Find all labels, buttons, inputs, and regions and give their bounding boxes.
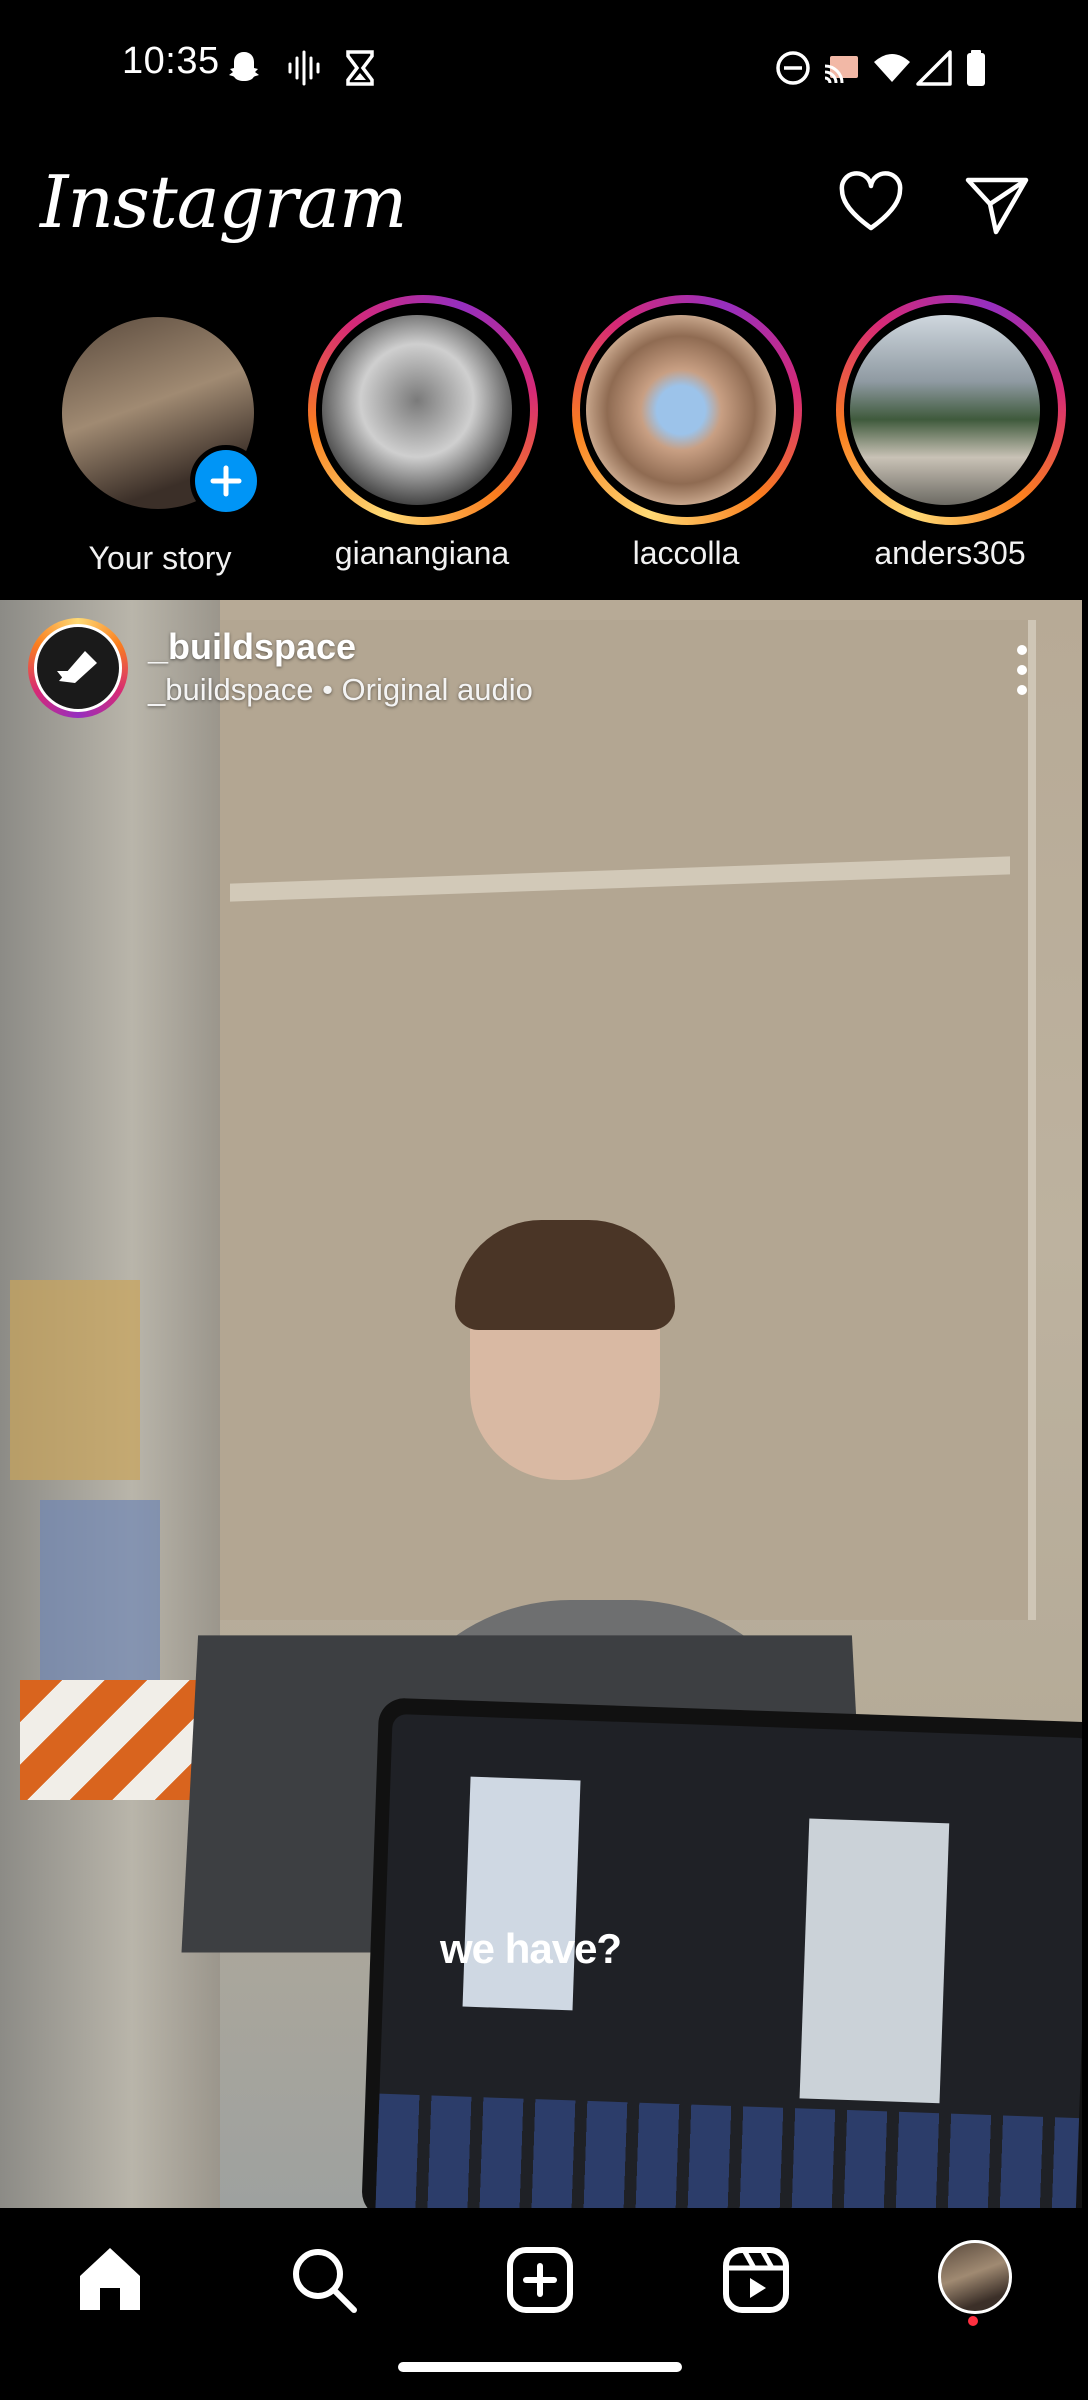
post-audio[interactable]: _buildspace • Original audio — [148, 672, 533, 708]
home-indicator[interactable] — [398, 2362, 682, 2372]
story-gianangiana[interactable]: gianangiana — [302, 295, 542, 585]
home-icon[interactable] — [70, 2240, 150, 2320]
wifi-icon — [874, 54, 910, 82]
audio-wave-icon — [288, 50, 320, 86]
post-username[interactable]: _buildspace — [148, 626, 356, 668]
profile-avatar[interactable] — [938, 2240, 1012, 2314]
story-label: Your story — [88, 540, 232, 576]
create-icon[interactable] — [500, 2240, 580, 2320]
story-avatar — [322, 315, 512, 505]
instagram-logo: Instagram — [40, 160, 407, 244]
post-avatar-ring[interactable] — [28, 618, 128, 718]
feed-post[interactable]: _buildspace _buildspace • Original audio… — [0, 600, 1082, 2208]
signal-icon — [916, 50, 952, 86]
story-label: gianangiana — [334, 535, 510, 571]
cast-icon — [824, 56, 858, 84]
status-time: 10:35 — [122, 40, 220, 82]
buildspace-logo-icon — [57, 651, 97, 683]
snapchat-icon — [229, 52, 259, 81]
story-avatar — [850, 315, 1040, 505]
plus-icon — [210, 465, 242, 497]
wall-panel — [190, 620, 1036, 1620]
poster — [40, 1500, 160, 1680]
striped-barrier — [20, 1680, 200, 1800]
post-avatar — [34, 624, 122, 712]
do-not-disturb-icon — [776, 51, 810, 85]
notification-dot — [968, 2316, 978, 2326]
reels-icon[interactable] — [716, 2240, 796, 2320]
story-avatar — [586, 315, 776, 505]
story-laccolla[interactable]: laccolla — [566, 295, 806, 585]
heart-icon[interactable] — [836, 168, 906, 238]
video-caption-overlay: we have? — [440, 1925, 622, 1972]
story-your-story[interactable]: Your story — [40, 295, 280, 585]
story-anders305[interactable]: anders305 — [830, 295, 1070, 585]
more-options-icon[interactable] — [1002, 640, 1042, 700]
video-preview-left — [462, 1776, 581, 2011]
poster — [10, 1280, 140, 1480]
story-label: anders305 — [874, 535, 1026, 571]
video-preview-right — [799, 1818, 950, 2104]
timeline — [375, 2093, 1080, 2208]
hourglass-icon — [346, 50, 374, 86]
send-icon[interactable] — [962, 168, 1032, 238]
story-label: laccolla — [632, 535, 740, 571]
post-header: _buildspace _buildspace • Original audio — [0, 600, 1082, 718]
search-icon[interactable] — [284, 2240, 364, 2320]
battery-icon — [967, 50, 985, 86]
